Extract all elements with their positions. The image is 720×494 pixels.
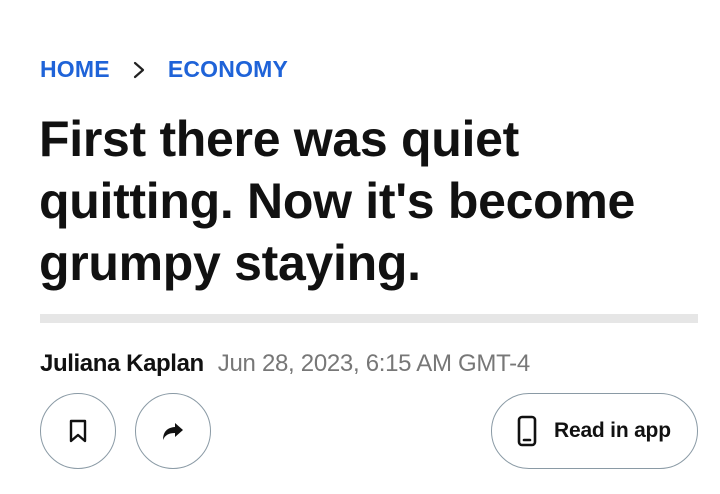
bookmark-icon: [68, 419, 88, 443]
publish-timestamp: Jun 28, 2023, 6:15 AM GMT-4: [217, 350, 530, 377]
breadcrumb-home-link[interactable]: HOME: [40, 56, 110, 83]
divider: [40, 314, 698, 323]
phone-icon: [516, 415, 538, 447]
breadcrumb-economy-link[interactable]: ECONOMY: [168, 56, 288, 83]
article-headline: First there was quiet quitting. Now it's…: [39, 111, 636, 291]
byline: Juliana Kaplan Jun 28, 2023, 6:15 AM GMT…: [40, 350, 530, 378]
read-in-app-label: Read in app: [554, 419, 671, 442]
breadcrumb: HOME ECONOMY: [40, 56, 288, 83]
read-in-app-button[interactable]: Read in app: [491, 393, 698, 469]
bookmark-button[interactable]: [40, 393, 116, 469]
share-button[interactable]: [135, 393, 211, 469]
author-name[interactable]: Juliana Kaplan: [40, 350, 204, 378]
chevron-right-icon: [132, 60, 146, 80]
share-arrow-icon: [160, 419, 186, 443]
